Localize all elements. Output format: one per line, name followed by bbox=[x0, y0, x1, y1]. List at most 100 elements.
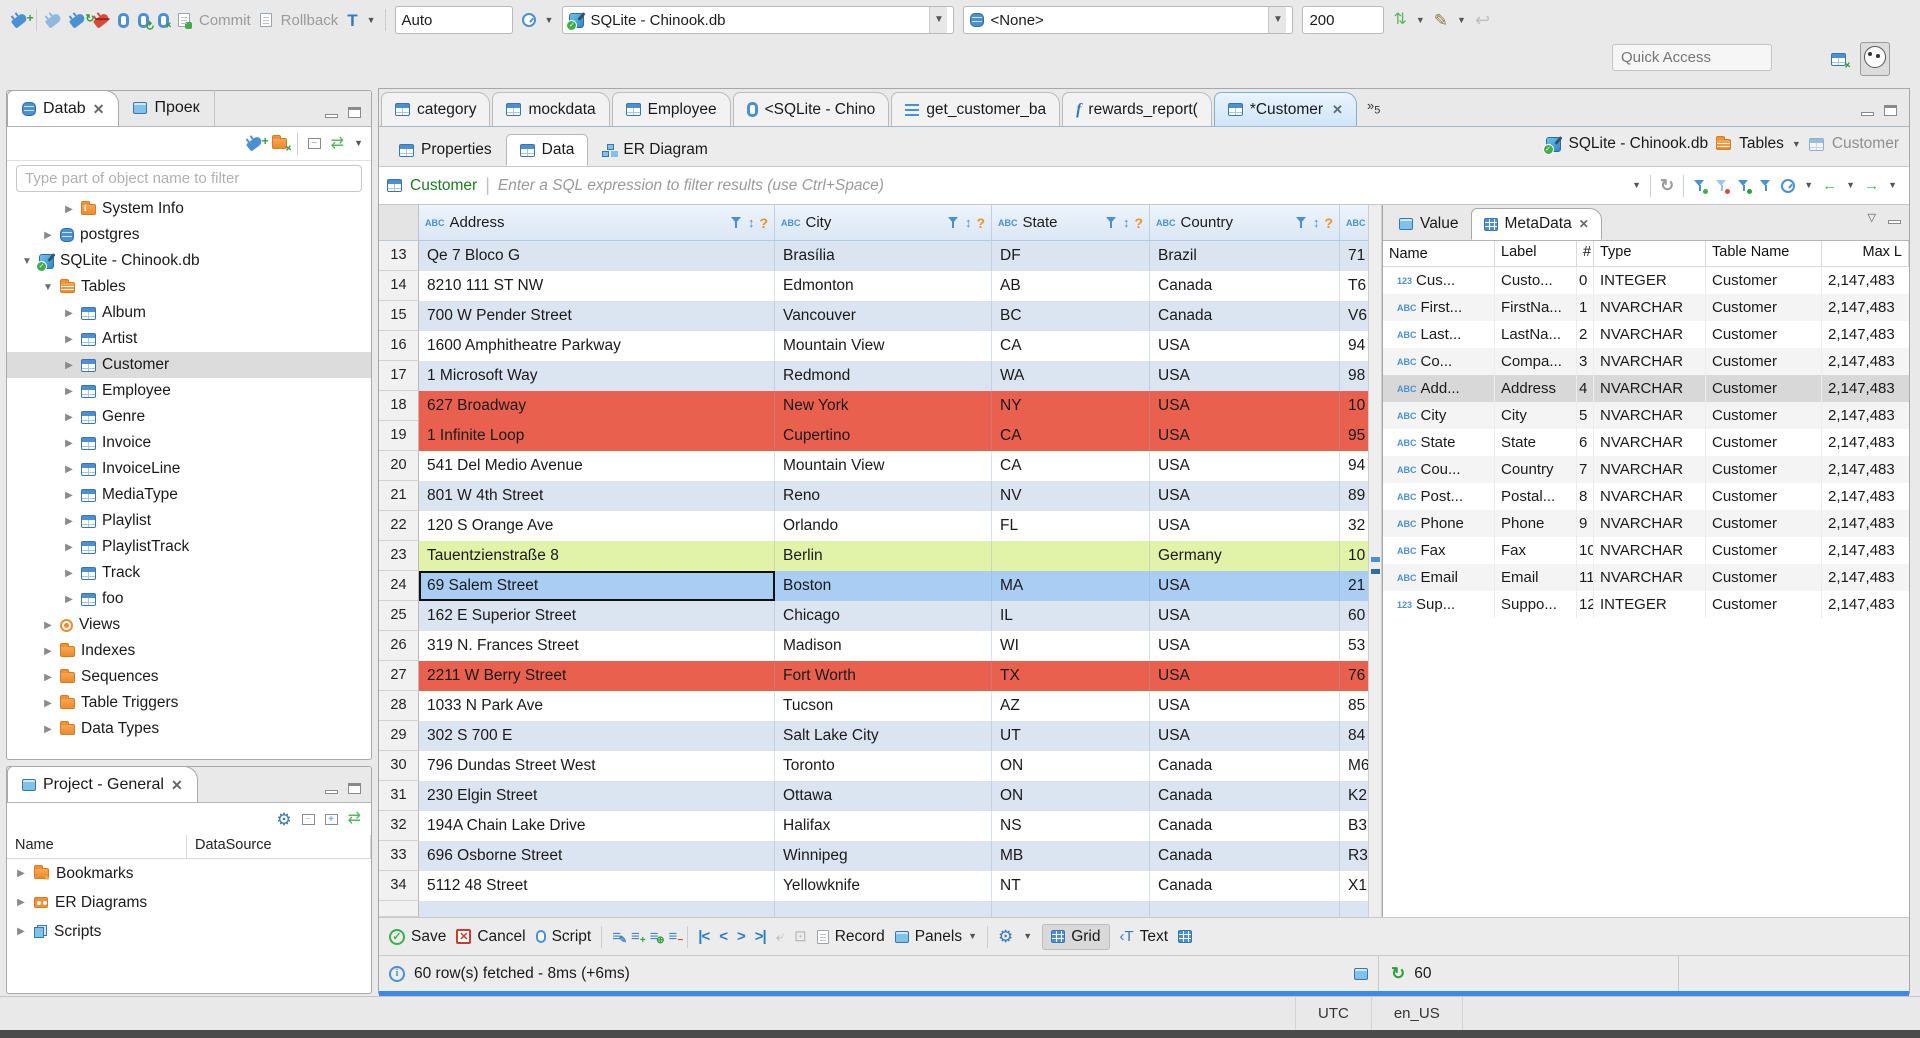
editor-tab-employee[interactable]: Employee bbox=[611, 92, 731, 126]
meta-max-length[interactable]: 2,147,483 bbox=[1822, 402, 1909, 429]
meta-ordinal[interactable]: 12 bbox=[1577, 591, 1594, 618]
cell-country[interactable]: USA bbox=[1150, 511, 1340, 541]
cell-city[interactable]: Mountain View bbox=[775, 331, 992, 361]
meta-type[interactable]: NVARCHAR bbox=[1594, 321, 1706, 348]
cell-city[interactable]: Halifax bbox=[775, 811, 992, 841]
cell-postal[interactable]: 71 bbox=[1340, 241, 1368, 271]
link-with-editor-icon[interactable] bbox=[331, 136, 344, 152]
expand-arrow-icon[interactable]: ▶ bbox=[63, 412, 75, 423]
fetch-all-icon[interactable] bbox=[794, 929, 807, 944]
cell-city[interactable]: Salt Lake City bbox=[775, 721, 992, 751]
cell-postal[interactable]: 76 bbox=[1340, 661, 1368, 691]
cell-postal[interactable]: 21 bbox=[1340, 571, 1368, 601]
grid-corner[interactable] bbox=[379, 205, 419, 240]
fetch-page-icon[interactable] bbox=[776, 929, 784, 944]
auto-refresh-control[interactable]: 60 bbox=[1379, 956, 1679, 991]
row-number[interactable]: 14 bbox=[379, 271, 419, 301]
rollback-icon[interactable] bbox=[259, 13, 272, 27]
cell-state[interactable]: NT bbox=[992, 871, 1150, 901]
cell-country[interactable]: USA bbox=[1150, 571, 1340, 601]
metadata-row-address[interactable]: ABC Add... Address 4 NVARCHAR Customer 2,… bbox=[1383, 375, 1909, 402]
text-view-button[interactable]: Text bbox=[1120, 928, 1168, 946]
meta-label[interactable]: FirstNa... bbox=[1495, 294, 1577, 321]
filter-funnel-icon[interactable] bbox=[730, 216, 743, 229]
quick-access-input[interactable] bbox=[1612, 44, 1772, 71]
column-datasource[interactable]: DataSource bbox=[187, 835, 371, 858]
forward-icon[interactable] bbox=[1864, 178, 1879, 193]
cell-address[interactable]: 1 Infinite Loop bbox=[419, 421, 775, 451]
meta-table[interactable]: Customer bbox=[1706, 429, 1822, 456]
row-number[interactable]: 23 bbox=[379, 541, 419, 571]
meta-name[interactable]: ABC Fax bbox=[1383, 537, 1495, 564]
tree-item-data-types[interactable]: ▶ Data Types bbox=[7, 716, 371, 742]
tree-item-postgres[interactable]: ▶ postgres bbox=[7, 222, 371, 248]
row-number[interactable]: 21 bbox=[379, 481, 419, 511]
cell-address[interactable]: 319 N. Frances Street bbox=[419, 631, 775, 661]
row-number[interactable]: 32 bbox=[379, 811, 419, 841]
open-sql-editor-icon[interactable] bbox=[138, 12, 149, 28]
tree-item-track[interactable]: ▶ Track bbox=[7, 560, 371, 586]
back-icon[interactable] bbox=[1822, 178, 1837, 193]
tab-projects[interactable]: Проек bbox=[119, 90, 215, 126]
grid-scrollbar[interactable] bbox=[1368, 205, 1382, 917]
column-name[interactable]: Name bbox=[7, 835, 187, 858]
transaction-dropdown-icon[interactable] bbox=[367, 16, 376, 25]
meta-ordinal[interactable]: 9 bbox=[1577, 510, 1594, 537]
filter-funnel-icon[interactable] bbox=[947, 216, 960, 229]
meta-max-length[interactable]: 2,147,483 bbox=[1822, 483, 1909, 510]
cell-postal[interactable]: 53 bbox=[1340, 631, 1368, 661]
cell-address[interactable]: 302 S 700 E bbox=[419, 721, 775, 751]
open-perspective-icon[interactable] bbox=[1831, 52, 1846, 66]
row-number[interactable]: 22 bbox=[379, 511, 419, 541]
cell-city[interactable]: Tucson bbox=[775, 691, 992, 721]
cell-state[interactable]: NV bbox=[992, 481, 1150, 511]
cell-postal[interactable]: T6 bbox=[1340, 271, 1368, 301]
cell-state[interactable]: ON bbox=[992, 781, 1150, 811]
disconnect-icon[interactable] bbox=[92, 11, 111, 29]
tree-item-invoice[interactable]: ▶ Invoice bbox=[7, 430, 371, 456]
expand-arrow-icon[interactable]: ▶ bbox=[63, 490, 75, 501]
cell-state[interactable]: AZ bbox=[992, 691, 1150, 721]
script-button[interactable]: Script bbox=[535, 928, 591, 946]
panels-button[interactable]: Panels bbox=[894, 928, 977, 946]
refresh-icon[interactable] bbox=[1660, 177, 1674, 194]
tab-value[interactable]: Value bbox=[1387, 208, 1471, 240]
meta-type[interactable]: NVARCHAR bbox=[1594, 402, 1706, 429]
cell-postal[interactable]: 89 bbox=[1340, 481, 1368, 511]
cell-state[interactable]: NY bbox=[992, 391, 1150, 421]
cell-state[interactable]: TX bbox=[992, 661, 1150, 691]
metadata-row-email[interactable]: ABC Email Email 11 NVARCHAR Customer 2,14… bbox=[1383, 564, 1909, 591]
cell-country[interactable]: Canada bbox=[1150, 301, 1340, 331]
tree-item-sequences[interactable]: ▶ Sequences bbox=[7, 664, 371, 690]
metadata-row-custo[interactable]: 123 Cus... Custo... 0 INTEGER Customer 2,… bbox=[1383, 267, 1909, 294]
maximize-icon[interactable] bbox=[348, 783, 361, 794]
rollback-button[interactable]: Rollback bbox=[281, 12, 339, 29]
row-number[interactable]: 18 bbox=[379, 391, 419, 421]
cell-country[interactable]: USA bbox=[1150, 391, 1340, 421]
metadata-row-lastna[interactable]: ABC Last... LastNa... 2 NVARCHAR Customer… bbox=[1383, 321, 1909, 348]
cell-state[interactable]: NS bbox=[992, 811, 1150, 841]
close-icon[interactable] bbox=[171, 778, 183, 792]
meta-type[interactable]: INTEGER bbox=[1594, 267, 1706, 294]
history-icon[interactable] bbox=[521, 13, 536, 27]
cell-state[interactable]: IL bbox=[992, 601, 1150, 631]
cell-address[interactable]: 1033 N Park Ave bbox=[419, 691, 775, 721]
cell-city[interactable]: Fort Worth bbox=[775, 661, 992, 691]
metadata-row-city[interactable]: ABC City City 5 NVARCHAR Customer 2,147,4… bbox=[1383, 402, 1909, 429]
column-header-postalcode[interactable]: ABC bbox=[1340, 205, 1368, 240]
cell-city[interactable]: Chicago bbox=[775, 601, 992, 631]
expand-arrow-icon[interactable]: ▼ bbox=[21, 256, 33, 267]
cell-address[interactable]: 696 Osborne Street bbox=[419, 841, 775, 871]
row-number[interactable]: 16 bbox=[379, 331, 419, 361]
remove-filter-icon[interactable] bbox=[1715, 179, 1731, 194]
expand-arrow-icon[interactable]: ▶ bbox=[63, 568, 75, 579]
breadcrumb-object[interactable]: Customer bbox=[1832, 135, 1899, 153]
meta-label[interactable]: Phone bbox=[1495, 510, 1577, 537]
meta-label[interactable]: Postal... bbox=[1495, 483, 1577, 510]
meta-name[interactable]: ABC Add... bbox=[1383, 375, 1495, 402]
expand-arrow-icon[interactable] bbox=[15, 869, 27, 879]
meta-ordinal[interactable]: 7 bbox=[1577, 456, 1594, 483]
meta-type[interactable]: NVARCHAR bbox=[1594, 483, 1706, 510]
breadcrumb-tables[interactable]: Tables bbox=[1739, 135, 1784, 153]
row-number[interactable]: 30 bbox=[379, 751, 419, 781]
